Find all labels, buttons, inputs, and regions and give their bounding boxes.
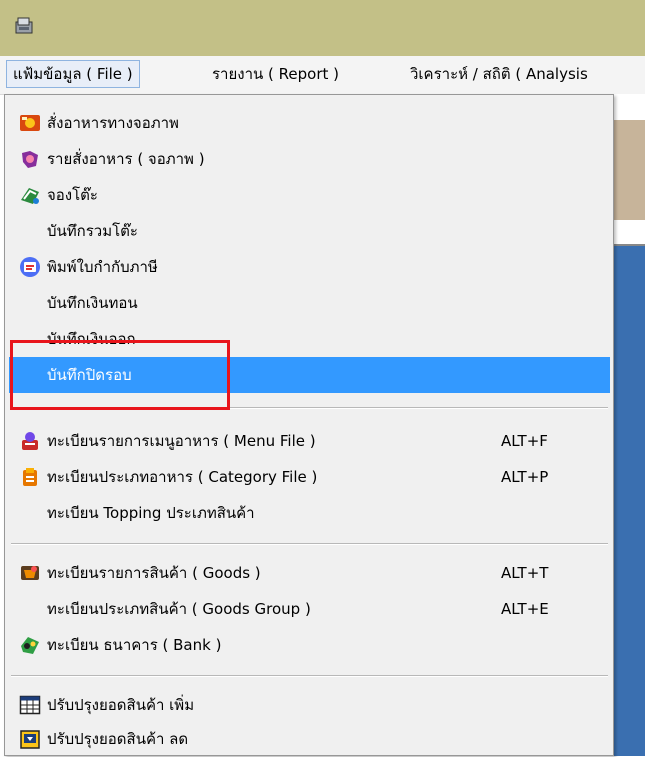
menu-item-label: ทะเบียน ธนาคาร ( Bank ) [47, 636, 222, 654]
menu-item-goods-group[interactable]: ทะเบียนประเภทสินค้า ( Goods Group ) ALT+… [9, 591, 610, 627]
menu-item-goods[interactable]: ทะเบียนรายการสินค้า ( Goods ) ALT+T [9, 555, 610, 591]
menu-item-label: ทะเบียนรายการเมนูอาหาร ( Menu File ) [47, 432, 316, 450]
menu-report[interactable]: รายงาน ( Report ) [206, 60, 345, 88]
menu-item-stock-adjust-increase[interactable]: ปรับปรุงยอดสินค้า เพิ่ม [9, 687, 610, 723]
menu-item-category-file[interactable]: ทะเบียนประเภทอาหาร ( Category File ) ALT… [9, 459, 610, 495]
reserve-table-icon [21, 188, 39, 204]
menu-item-label: ปรับปรุงยอดสินค้า เพิ่ม [47, 696, 195, 714]
menu-item-label: รายสั่งอาหาร ( จอภาพ ) [47, 150, 205, 168]
menu-item-label: บันทึกเงินทอน [47, 294, 138, 312]
menu-item-bank[interactable]: ทะเบียน ธนาคาร ( Bank ) [9, 627, 610, 663]
menu-item-label: ทะเบียน Topping ประเภทสินค้า [47, 504, 255, 522]
menu-item-label: สั่งอาหารทางจอภาพ [47, 114, 179, 132]
menu-separator [11, 675, 608, 677]
file-menu-dropdown: สั่งอาหารทางจอภาพ รายสั่งอาหาร ( จอภาพ )… [4, 94, 614, 756]
menu-file[interactable]: แฟ้มข้อมูล ( File ) [6, 60, 140, 88]
menu-bar: แฟ้มข้อมูล ( File ) รายงาน ( Report ) วิ… [0, 56, 645, 95]
menu-item-label: บันทึกรวมโต๊ะ [47, 222, 138, 240]
printer-icon [20, 257, 40, 277]
menu-analysis[interactable]: วิเคราะห์ / สถิติ ( Analysis [404, 60, 594, 88]
menu-item-label: พิมพ์ใบกำกับภาษี [47, 258, 158, 276]
menu-item-order-screen[interactable]: สั่งอาหารทางจอภาพ [9, 105, 610, 141]
menu-item-label: ทะเบียนประเภทอาหาร ( Category File ) [47, 468, 318, 486]
menu-file-icon [22, 432, 38, 450]
menu-item-merge-tables[interactable]: บันทึกรวมโต๊ะ [9, 213, 610, 249]
shortcut-label: ALT+T [501, 564, 549, 582]
shortcut-label: ALT+P [501, 468, 549, 486]
menu-item-topping-register[interactable]: ทะเบียน Topping ประเภทสินค้า [9, 495, 610, 531]
menu-item-reserve-table[interactable]: จองโต๊ะ [9, 177, 610, 213]
menu-item-print-tax-invoice[interactable]: พิมพ์ใบกำกับภาษี [9, 249, 610, 285]
stock-decrease-icon [20, 730, 40, 749]
bank-icon [21, 637, 39, 654]
highlight-annotation-box [10, 340, 230, 410]
menu-item-label: ปรับปรุงยอดสินค้า ลด [47, 730, 189, 748]
menu-item-label: ทะเบียนประเภทสินค้า ( Goods Group ) [47, 600, 311, 618]
category-file-icon [23, 468, 37, 486]
shortcut-label: ALT+E [501, 600, 549, 618]
background-divider [614, 244, 645, 246]
menu-item-label: จองโต๊ะ [47, 186, 98, 204]
menu-item-menu-file[interactable]: ทะเบียนรายการเมนูอาหาร ( Menu File ) ALT… [9, 423, 610, 459]
table-grid-icon [19, 695, 41, 715]
menu-separator [11, 543, 608, 545]
menu-item-record-change[interactable]: บันทึกเงินทอน [9, 285, 610, 321]
menu-item-stock-adjust-decrease[interactable]: ปรับปรุงยอดสินค้า ลด [9, 721, 610, 757]
background-image [614, 120, 645, 220]
title-bar [0, 0, 645, 56]
food-list-icon [22, 151, 38, 168]
app-icon [15, 17, 33, 34]
food-order-icon [20, 115, 40, 131]
menu-item-label: ทะเบียนรายการสินค้า ( Goods ) [47, 564, 261, 582]
menu-item-order-list[interactable]: รายสั่งอาหาร ( จอภาพ ) [9, 141, 610, 177]
shortcut-label: ALT+F [501, 432, 548, 450]
goods-icon [21, 566, 39, 580]
